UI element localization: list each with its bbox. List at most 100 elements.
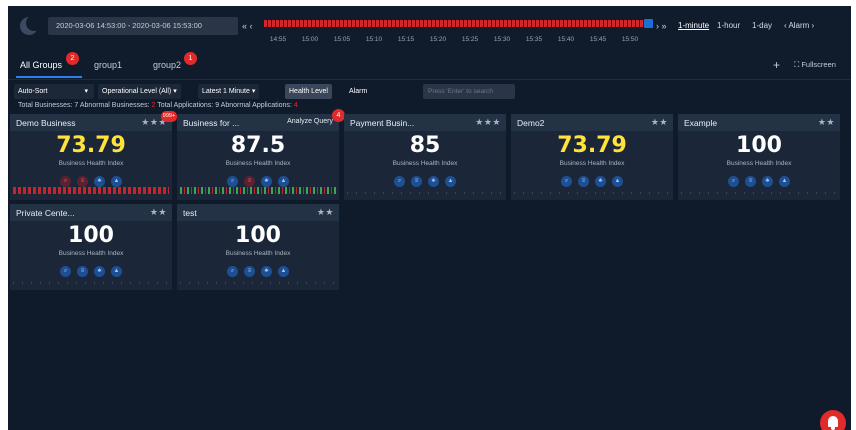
analyze-query-button[interactable]: Analyze Query xyxy=(287,118,333,125)
timeline-tick: 15:40 xyxy=(557,36,575,43)
list-icon[interactable]: ≡ xyxy=(745,176,756,188)
alert-icon[interactable]: ▲ xyxy=(612,176,623,188)
list-icon[interactable]: ≡ xyxy=(244,266,255,278)
search-icon[interactable]: ⌕ xyxy=(728,176,739,188)
card-header: Payment Busin... ★★★ xyxy=(344,114,506,131)
timeline-tick: 15:20 xyxy=(429,36,447,43)
theme-toggle-icon[interactable] xyxy=(20,15,42,35)
granularity-1-day[interactable]: 1-day xyxy=(752,17,772,35)
card-title: Demo Business xyxy=(16,118,76,128)
fullscreen-button[interactable]: ⛶ Fullscreen xyxy=(794,60,836,70)
alert-icon[interactable]: ▲ xyxy=(111,266,122,278)
card-title: Payment Busin... xyxy=(350,118,415,128)
timeline-next-button[interactable]: › » xyxy=(656,17,667,35)
health-index-label: Business Health Index xyxy=(58,250,124,257)
alert-icon[interactable]: ▲ xyxy=(111,176,122,188)
granularity-1-minute[interactable]: 1-minute xyxy=(678,17,709,35)
card-header: Example ★★ xyxy=(678,114,840,131)
active-tab-indicator xyxy=(16,76,82,78)
add-group-button[interactable]: + xyxy=(773,58,780,72)
health-index-value: 100 xyxy=(68,223,114,248)
alarm-toggle[interactable]: Alarm xyxy=(345,84,371,99)
business-card[interactable]: Payment Busin... ★★★ 85 Business Health … xyxy=(344,114,506,200)
filter-bar: Auto-Sort ▾ Operational Level (All) ▾ La… xyxy=(8,82,851,100)
card-title: Example xyxy=(684,118,718,128)
timeline-cursor[interactable] xyxy=(644,19,653,28)
alert-icon[interactable]: ▲ xyxy=(278,176,289,188)
health-sparkline xyxy=(514,192,670,194)
search-icon[interactable]: ⌕ xyxy=(561,176,572,188)
list-icon[interactable]: ≡ xyxy=(578,176,589,188)
timeline-tick: 15:15 xyxy=(397,36,415,43)
timeline-tick: 15:30 xyxy=(493,36,511,43)
topology-icon[interactable]: ♣ xyxy=(428,176,439,188)
search-icon[interactable]: ⌕ xyxy=(60,266,71,278)
operational-level-label: Operational Level (All) xyxy=(102,88,172,95)
tab-group1[interactable]: group1 xyxy=(94,60,122,70)
card-title: Business for ... xyxy=(183,118,240,128)
chevron-down-icon: ▾ xyxy=(84,88,88,95)
health-index-value: 73.79 xyxy=(56,133,126,158)
topology-icon[interactable]: ♣ xyxy=(94,176,105,188)
search-icon[interactable]: ⌕ xyxy=(227,266,238,278)
sort-select[interactable]: Auto-Sort ▾ xyxy=(14,84,94,99)
list-icon[interactable]: ≡ xyxy=(244,176,255,188)
search-icon[interactable]: ⌕ xyxy=(60,176,71,188)
search-icon[interactable]: ⌕ xyxy=(227,176,238,188)
health-index-label: Business Health Index xyxy=(559,160,625,167)
business-card[interactable]: Private Cente... ★★ 100 Business Health … xyxy=(10,204,172,290)
time-range-picker[interactable]: 2020-03-06 14:53:00 - 2020-03-06 15:53:0… xyxy=(48,17,238,35)
star-rating: ★★ xyxy=(316,207,334,217)
business-card[interactable]: test ★★ 100 Business Health Index ⌕ ≡ ♣ ▲ xyxy=(177,204,339,290)
search-input[interactable]: Press 'Enter' to search xyxy=(423,84,515,99)
topology-icon[interactable]: ♣ xyxy=(595,176,606,188)
health-index-value: 73.79 xyxy=(557,133,627,158)
abnormal-businesses-count: 2 xyxy=(151,102,156,109)
card-actions: ⌕ ≡ ♣ ▲ xyxy=(177,263,339,281)
health-sparkline xyxy=(13,187,169,194)
time-window-select[interactable]: Latest 1 Minute ▾ xyxy=(198,84,260,99)
health-level-toggle[interactable]: Health Level xyxy=(285,84,332,99)
business-card[interactable]: Demo Business ★★★ 73.79 Business Health … xyxy=(10,114,172,200)
topology-icon[interactable]: ♣ xyxy=(261,266,272,278)
health-index-label: Business Health Index xyxy=(225,160,291,167)
abnormal-applications-count: 4 xyxy=(293,102,298,109)
tab-group2[interactable]: group2 xyxy=(153,60,181,70)
alert-icon[interactable]: ▲ xyxy=(779,176,790,188)
time-bar: 2020-03-06 14:53:00 - 2020-03-06 15:53:0… xyxy=(8,6,851,52)
topology-icon[interactable]: ♣ xyxy=(762,176,773,188)
health-index-label: Business Health Index xyxy=(58,160,124,167)
alarm-nav[interactable]: ‹ Alarm › xyxy=(784,17,814,35)
topology-icon[interactable]: ♣ xyxy=(261,176,272,188)
health-sparkline xyxy=(347,192,503,194)
timeline-tick: 15:45 xyxy=(589,36,607,43)
business-card[interactable]: Demo2 ★★ 73.79 Business Health Index ⌕ ≡ ♣… xyxy=(511,114,673,200)
card-actions: ⌕ ≡ ♣ ▲ xyxy=(344,173,506,191)
timeline-prev-button[interactable]: « ‹ xyxy=(242,17,253,35)
abnormal-applications-label: Abnormal Applications: xyxy=(220,102,292,109)
timeline-tick: 14:55 xyxy=(269,36,287,43)
business-card[interactable]: Business for ... Analyze Query 87.5 Busi… xyxy=(177,114,339,200)
card-header: Business for ... Analyze Query xyxy=(177,114,339,131)
card-actions: ⌕ ≡ ♣ ▲ xyxy=(511,173,673,191)
tab-badge: 1 xyxy=(184,52,197,65)
star-rating: ★★ xyxy=(817,117,835,127)
operational-level-select[interactable]: Operational Level (All) ▾ xyxy=(98,84,181,99)
card-header: Demo Business ★★★ xyxy=(10,114,172,131)
list-icon[interactable]: ≡ xyxy=(77,176,88,188)
timeline-strip[interactable] xyxy=(264,20,649,27)
chevron-down-icon: ▾ xyxy=(251,88,256,95)
card-title: test xyxy=(183,208,197,218)
chevron-down-icon: ▾ xyxy=(173,88,177,95)
business-card[interactable]: Example ★★ 100 Business Health Index ⌕ ≡ ♣… xyxy=(678,114,840,200)
granularity-1-hour[interactable]: 1-hour xyxy=(717,17,740,35)
tab-all-groups[interactable]: All Groups xyxy=(20,60,62,70)
list-icon[interactable]: ≡ xyxy=(411,176,422,188)
alert-icon[interactable]: ▲ xyxy=(278,266,289,278)
notification-bell-icon[interactable] xyxy=(820,410,846,430)
search-icon[interactable]: ⌕ xyxy=(394,176,405,188)
list-icon[interactable]: ≡ xyxy=(77,266,88,278)
app-window: 2020-03-06 14:53:00 - 2020-03-06 15:53:0… xyxy=(8,6,851,430)
topology-icon[interactable]: ♣ xyxy=(94,266,105,278)
alert-icon[interactable]: ▲ xyxy=(445,176,456,188)
